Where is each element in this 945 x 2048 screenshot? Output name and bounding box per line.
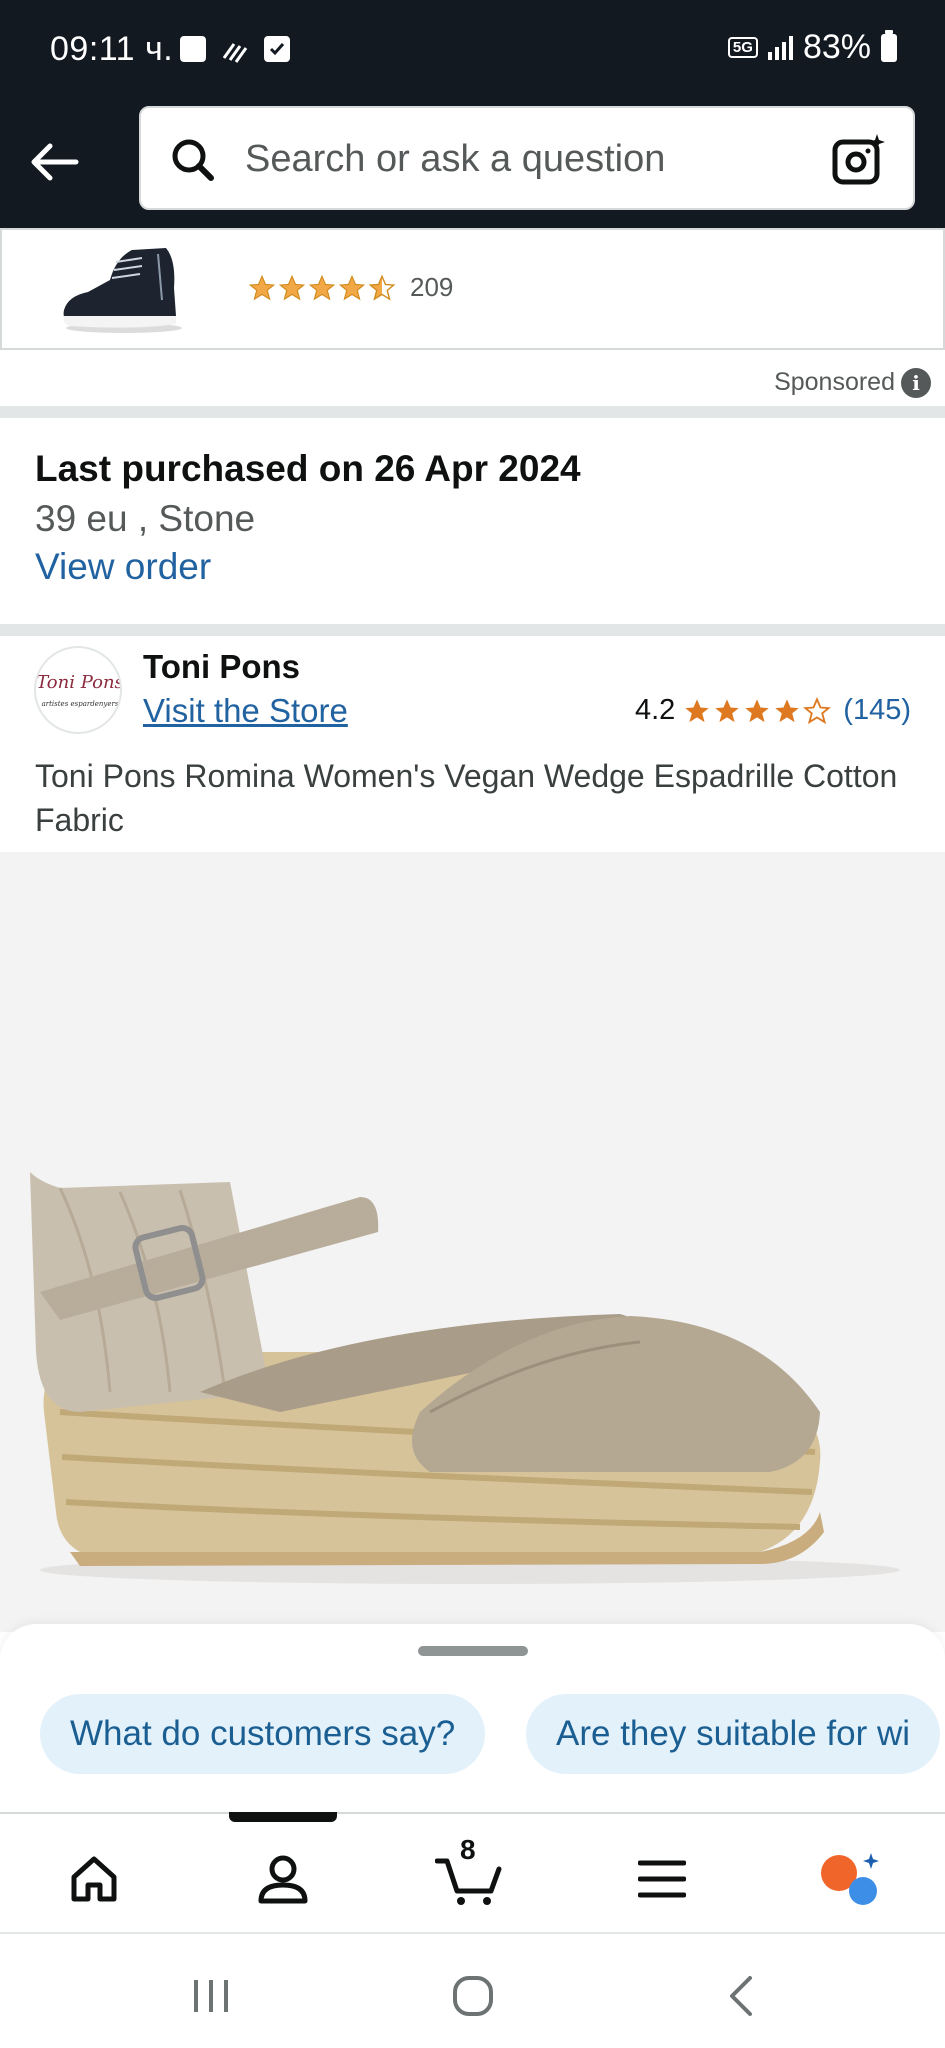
active-tab-indicator: [229, 1812, 337, 1822]
sponsored-product-rating: 209: [248, 272, 453, 303]
info-icon[interactable]: i: [901, 368, 931, 398]
brand-section: Toni Pons artistes espardenyers Toni Pon…: [0, 636, 945, 852]
section-divider: [0, 406, 945, 418]
recent-apps-icon: [194, 1980, 228, 2012]
star-half-icon: [368, 274, 396, 301]
rating-count: (145): [843, 694, 911, 726]
brand-logo-text: Toni Pons: [36, 672, 122, 693]
brand-logo-subtext: artistes espardenyers: [41, 700, 119, 708]
checkbox-notification-icon: [264, 36, 290, 62]
nav-account[interactable]: [243, 1844, 323, 1914]
battery-level: 83%: [802, 28, 871, 66]
battery-icon: [881, 29, 897, 62]
search-input[interactable]: Search or ask a question: [245, 138, 665, 181]
back-button[interactable]: [22, 130, 86, 194]
status-bar: 09:11 ч. 5G 83%: [0, 0, 945, 100]
search-bar[interactable]: Search or ask a question: [139, 106, 915, 210]
back-system-button[interactable]: [716, 1974, 766, 2018]
brand-name: Toni Pons: [143, 648, 301, 685]
suggestion-chip[interactable]: What do customers say?: [40, 1694, 486, 1774]
star-full-icon: [308, 274, 336, 300]
suggestion-chip[interactable]: Are they suitable for wi: [526, 1694, 941, 1774]
rufus-icon: [821, 1853, 879, 1905]
section-divider: [0, 624, 945, 636]
sponsored-product-card[interactable]: 209: [0, 228, 945, 350]
home-icon: [71, 1856, 117, 1902]
star-full-icon: [715, 698, 739, 722]
drag-handle[interactable]: [418, 1646, 528, 1656]
suggestion-sheet: What do customers say? Are they suitable…: [0, 1624, 945, 1812]
nav-rufus[interactable]: [810, 1844, 890, 1914]
star-full-icon: [278, 274, 306, 300]
star-full-icon: [338, 274, 366, 300]
last-purchased-section: Last purchased on 26 Apr 2024 39 eu , St…: [0, 418, 945, 624]
product-rating[interactable]: 4.2 (145): [635, 694, 911, 727]
visit-store-link[interactable]: Visit the Store: [143, 692, 348, 730]
sneaker-thumbnail[interactable]: [58, 240, 188, 341]
signal-icon: [767, 35, 793, 60]
sponsored-review-count: 209: [410, 272, 454, 302]
view-order-link[interactable]: View order: [35, 546, 211, 588]
cart-count: 8: [460, 1834, 476, 1865]
home-circle-icon: [453, 1976, 493, 2016]
product-image[interactable]: [0, 852, 945, 1632]
nav-home[interactable]: [54, 1844, 134, 1914]
arrow-left-icon: [31, 143, 79, 181]
chevron-left-icon: [730, 1976, 752, 2016]
star-empty-icon: [803, 696, 832, 724]
nav-cart[interactable]: 8: [430, 1834, 510, 1914]
status-time: 09:11 ч.: [50, 30, 174, 68]
system-nav-bar: [0, 1932, 945, 2048]
last-purchased-variant: 39 eu , Stone: [35, 498, 256, 539]
espadrille-image: [30, 1172, 900, 1584]
gallery-notification-icon: [180, 36, 206, 62]
rating-value: 4.2: [634, 694, 676, 726]
nav-menu[interactable]: [622, 1844, 702, 1914]
bottom-nav: 8: [0, 1812, 945, 1932]
account-icon: [258, 1855, 308, 1904]
star-full-icon: [775, 698, 799, 722]
product-title: Toni Pons Romina Women's Vegan Wedge Esp…: [35, 758, 898, 838]
star-full-icon: [745, 698, 769, 722]
search-icon: [169, 136, 217, 189]
search-header: Search or ask a question: [0, 100, 945, 228]
network-badge: 5G: [727, 37, 758, 58]
star-full-icon: [685, 698, 709, 722]
status-right: 5G 83%: [727, 28, 897, 67]
star-full-icon: [248, 274, 276, 300]
menu-icon: [638, 1860, 686, 1898]
camera-search-icon[interactable]: [831, 132, 887, 193]
brand-logo[interactable]: Toni Pons artistes espardenyers: [34, 646, 122, 734]
home-system-button[interactable]: [448, 1974, 498, 2018]
sponsored-label: Sponsored: [774, 368, 895, 396]
sponsored-row[interactable]: Sponsored i: [0, 360, 945, 408]
notification-icons: [180, 36, 290, 71]
stripes-notification-icon: [220, 36, 250, 71]
last-purchased-title: Last purchased on 26 Apr 2024: [35, 448, 581, 489]
recent-apps-button[interactable]: [186, 1974, 236, 2018]
